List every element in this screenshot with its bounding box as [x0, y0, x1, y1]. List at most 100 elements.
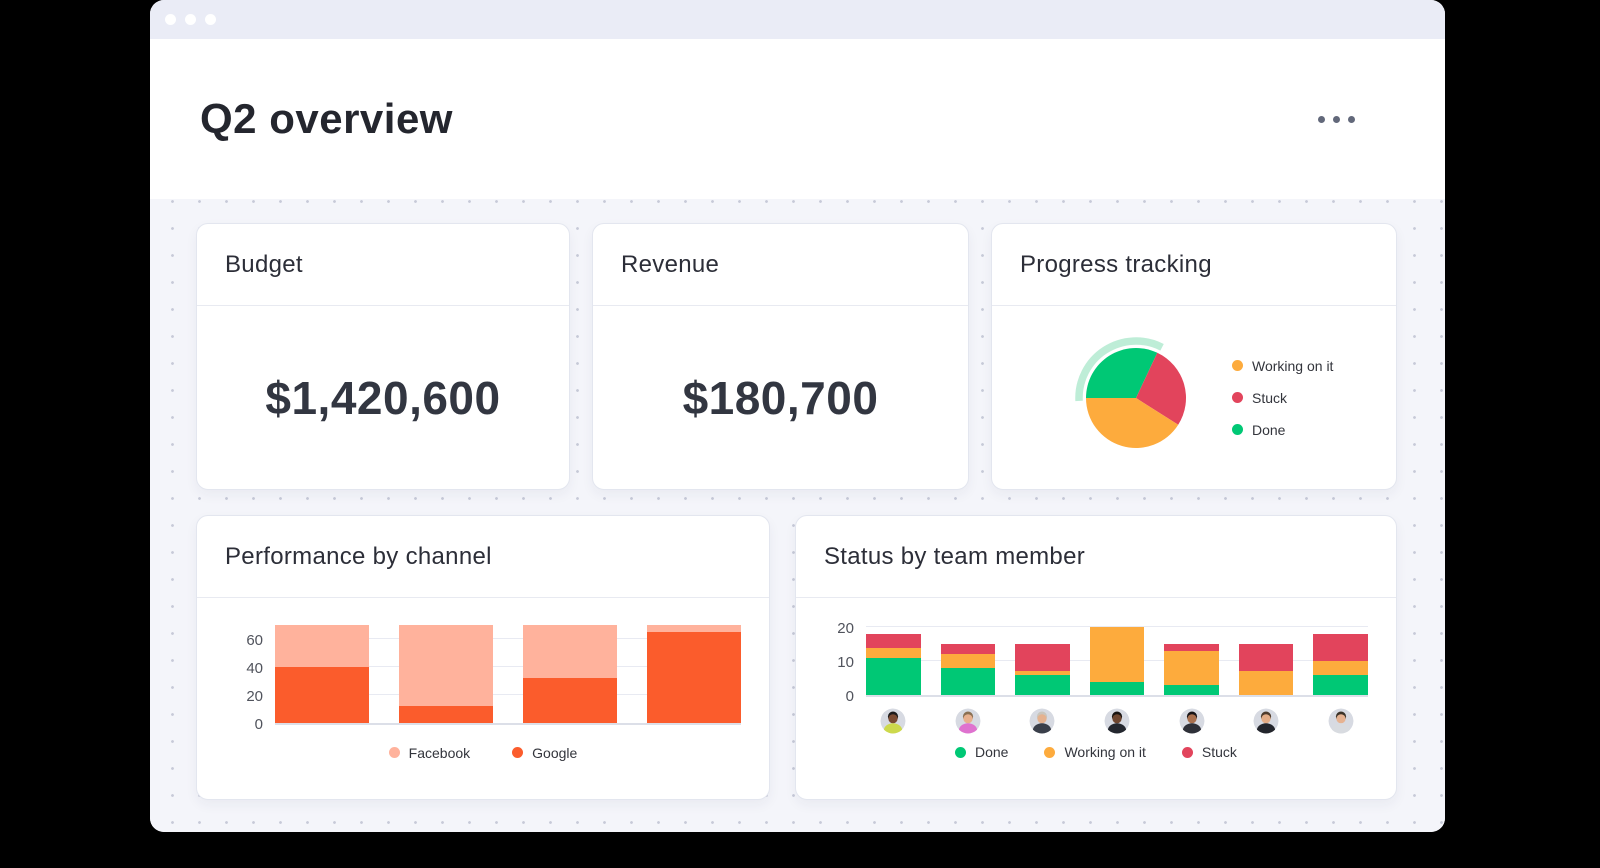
bar-member-2[interactable] — [940, 644, 996, 696]
status-by-team-member-card: Status by team member 0 10 20 Done Working … — [794, 515, 1397, 800]
progress-pie-chart — [1075, 336, 1187, 448]
bar-bar-2[interactable] — [398, 624, 493, 723]
bars-group — [275, 624, 741, 723]
bar-bar-1[interactable] — [275, 624, 369, 723]
bar-segment-done[interactable] — [1015, 674, 1070, 696]
bar-segment-facebook[interactable] — [522, 624, 617, 678]
avatar-photo-2 — [955, 708, 981, 734]
bar-segment-working-on-it[interactable] — [1313, 661, 1368, 675]
page-title: Q2 overview — [200, 95, 453, 142]
bar-segment-stuck[interactable] — [1313, 633, 1368, 662]
legend-item-stuck[interactable]: Stuck — [1232, 390, 1287, 406]
performance-plot-area — [275, 624, 741, 725]
bar-segment-done[interactable] — [1089, 681, 1145, 696]
y-tick-label-0: 0 — [254, 715, 263, 733]
performance-card-header: Performance by channel — [197, 516, 769, 598]
progress-card-header: Progress tracking — [992, 224, 1396, 306]
bar-segment-stuck[interactable] — [865, 633, 921, 648]
legend-item-stuck[interactable]: Stuck — [1181, 744, 1237, 761]
legend-dot-done — [955, 746, 966, 758]
bar-bar-3[interactable] — [522, 624, 617, 723]
avatar-photo-4 — [1104, 708, 1130, 734]
bar-segment-stuck[interactable] — [940, 644, 996, 655]
performance-y-axis: 0 20 40 60 — [225, 624, 275, 733]
bar-segment-facebook[interactable] — [275, 624, 369, 667]
bar-segment-stuck[interactable] — [1238, 644, 1294, 672]
legend-item-google[interactable]: Google — [512, 745, 577, 761]
avatar-photo-5 — [1179, 708, 1205, 734]
bar-member-4[interactable] — [1089, 627, 1145, 696]
avatar-member-6 — [1239, 708, 1294, 734]
legend-item-working-on-it[interactable]: Working on it — [1232, 358, 1333, 374]
ellipsis-menu-icon[interactable] — [1310, 108, 1363, 131]
bar-member-6[interactable] — [1238, 644, 1294, 696]
bar-segment-stuck[interactable] — [1015, 644, 1070, 672]
bar-segment-working-on-it[interactable] — [1089, 627, 1145, 682]
bar-member-7[interactable] — [1313, 633, 1368, 696]
bar-segment-working-on-it[interactable] — [1238, 671, 1294, 696]
legend-dot-facebook — [388, 747, 400, 759]
avatar-member-1 — [866, 708, 921, 734]
revenue-value: $180,700 — [682, 371, 879, 424]
window-control-dot[interactable] — [165, 14, 176, 25]
revenue-card-title: Revenue — [621, 250, 720, 278]
legend-item-working-on-it[interactable]: Working on it — [1044, 744, 1146, 761]
window-control-dot[interactable] — [185, 14, 196, 25]
legend-label: Stuck — [1201, 744, 1237, 761]
legend-item-done[interactable]: Done — [1232, 422, 1285, 438]
performance-card-title: Performance by channel — [225, 542, 492, 570]
bar-segment-done[interactable] — [1164, 684, 1219, 696]
legend-item-facebook[interactable]: Facebook — [388, 744, 471, 761]
bar-segment-stuck[interactable] — [1164, 644, 1219, 651]
dashboard-header: Q2 overview — [150, 39, 1445, 199]
legend-dot-working-on-it — [1044, 746, 1056, 758]
status-card-title: Status by team member — [823, 542, 1086, 570]
bar-segment-done[interactable] — [865, 657, 921, 696]
avatar-member-2 — [941, 708, 996, 734]
performance-by-channel-card: Performance by channel 0 20 40 60 Facebook G… — [196, 515, 770, 800]
legend-label: Working on it — [1064, 744, 1146, 761]
legend-label: Facebook — [408, 744, 471, 761]
bar-member-3[interactable] — [1015, 644, 1070, 696]
avatar-photo-6 — [1253, 708, 1279, 734]
revenue-card: Revenue $180,700 — [592, 223, 969, 490]
avatar-member-3 — [1015, 708, 1070, 734]
bar-member-5[interactable] — [1164, 644, 1219, 696]
legend-dot-google — [512, 747, 524, 759]
legend-dot-done — [1232, 424, 1243, 435]
progress-tracking-card: Progress tracking Working on it Stuck Done — [991, 223, 1397, 490]
status-legend: Done Working on it Stuck — [796, 744, 1396, 760]
legend-item-done[interactable]: Done — [955, 744, 1008, 760]
bar-segment-facebook[interactable] — [646, 624, 741, 632]
bar-segment-done[interactable] — [940, 667, 996, 696]
legend-label: Done — [1252, 421, 1286, 438]
performance-chart: 0 20 40 60 — [197, 624, 769, 733]
avatar-photo-1 — [880, 708, 906, 734]
legend-label: Working on it — [1252, 357, 1334, 374]
budget-card-header: Budget — [197, 224, 569, 306]
bar-segment-google[interactable] — [398, 706, 493, 723]
app-window: Q2 overview Budget $1,420,600 Revenue $1… — [150, 0, 1445, 832]
bars-group — [865, 627, 1368, 696]
bar-segment-facebook[interactable] — [398, 624, 493, 706]
status-y-axis: 0 10 20 — [824, 620, 866, 705]
status-chart: 0 10 20 — [796, 620, 1396, 705]
bar-bar-4[interactable] — [646, 624, 741, 723]
bar-segment-working-on-it[interactable] — [1164, 650, 1219, 685]
bar-segment-working-on-it[interactable] — [940, 654, 996, 668]
legend-label: Stuck — [1252, 389, 1288, 406]
legend-label: Done — [975, 744, 1009, 761]
revenue-card-header: Revenue — [593, 224, 968, 306]
bar-member-1[interactable] — [865, 633, 921, 696]
status-plot-area — [865, 624, 1368, 698]
y-tick-label-20: 20 — [837, 620, 854, 638]
bar-segment-working-on-it[interactable] — [865, 647, 921, 658]
legend-label: Google — [532, 744, 578, 761]
bar-segment-google[interactable] — [646, 631, 741, 723]
bar-segment-done[interactable] — [1313, 674, 1368, 696]
status-card-header: Status by team member — [795, 516, 1396, 598]
bar-segment-google[interactable] — [522, 678, 617, 723]
bar-segment-google[interactable] — [275, 666, 369, 723]
window-control-dot[interactable] — [205, 14, 216, 25]
legend-dot-stuck — [1232, 392, 1243, 403]
